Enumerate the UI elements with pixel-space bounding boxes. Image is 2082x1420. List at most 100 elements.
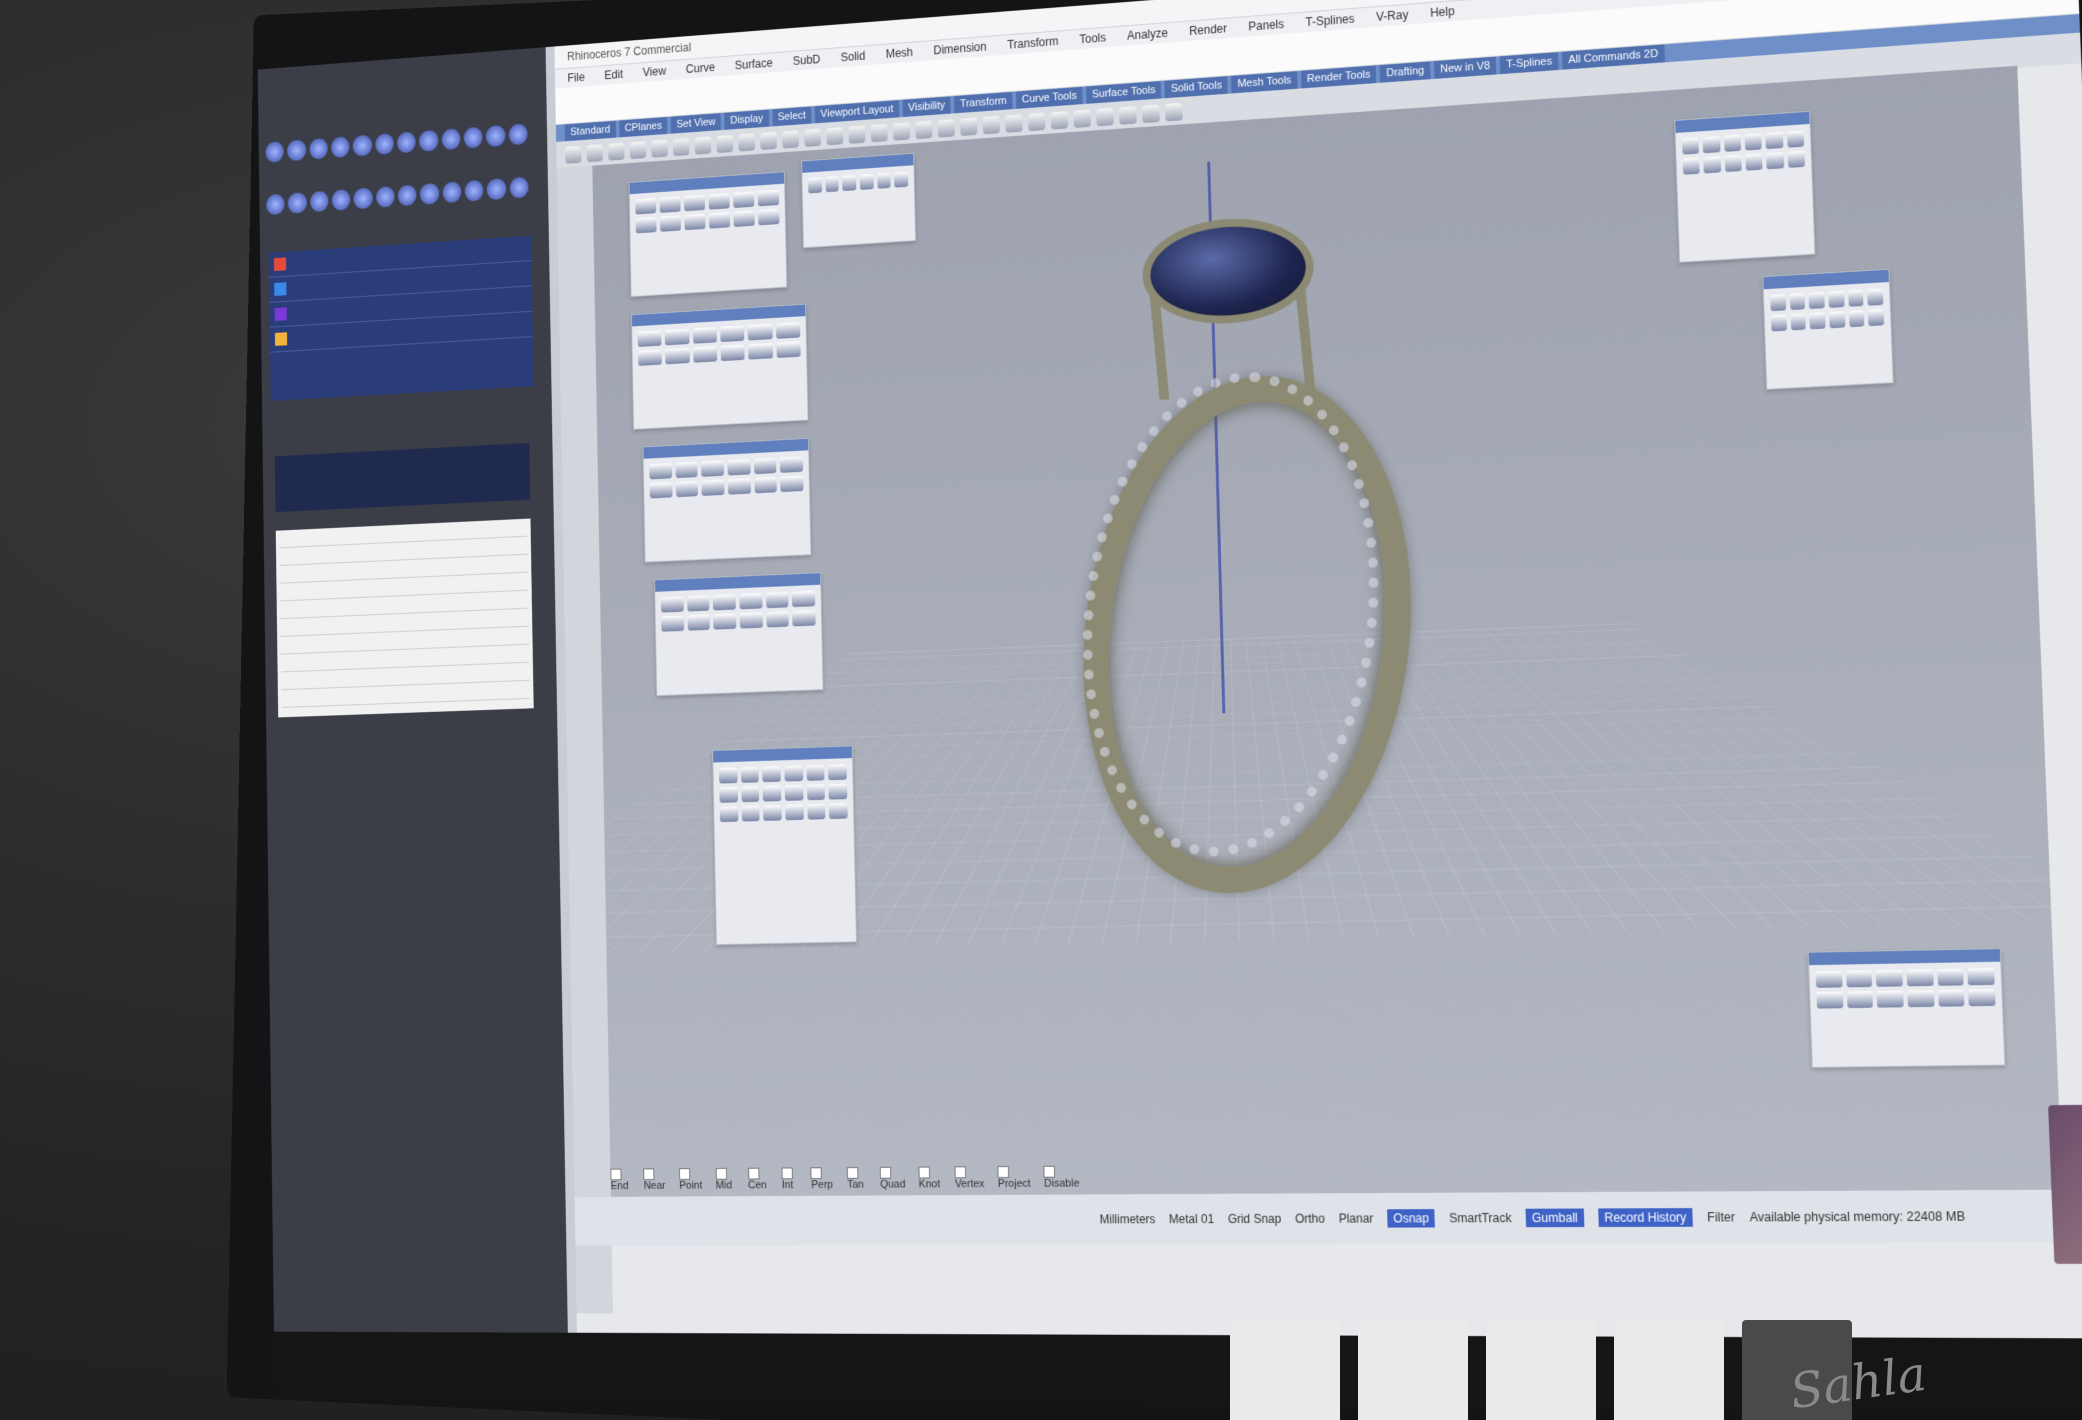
osnap-option[interactable]: Point xyxy=(678,1168,703,1192)
tool-icon[interactable] xyxy=(1119,106,1137,125)
osnap-option[interactable]: Perp xyxy=(810,1167,834,1191)
menu-item[interactable]: Transform xyxy=(1007,31,1059,54)
status-planar[interactable]: Planar xyxy=(1339,1211,1374,1225)
osnap-option[interactable]: Int xyxy=(781,1167,799,1191)
osnap-option[interactable]: Near xyxy=(643,1168,666,1192)
perspective-viewport[interactable] xyxy=(592,65,2063,1197)
menu-item[interactable]: Curve xyxy=(686,58,715,79)
tool-icon[interactable] xyxy=(1073,109,1091,129)
current-layer[interactable]: Metal 01 xyxy=(1169,1212,1214,1226)
layer-color-swatch[interactable] xyxy=(274,307,287,321)
floating-toolbar[interactable] xyxy=(801,152,917,249)
layers-panel[interactable] xyxy=(268,235,534,401)
warning-text xyxy=(302,776,514,783)
status-ortho[interactable]: Ortho xyxy=(1295,1212,1325,1226)
menu-item[interactable]: Solid xyxy=(840,46,866,67)
menu-item[interactable]: T-Splines xyxy=(1305,9,1355,32)
tab[interactable]: Display xyxy=(724,109,769,130)
tool-icon[interactable] xyxy=(960,117,978,136)
tool-icon[interactable] xyxy=(826,127,844,146)
layer-color-swatch[interactable] xyxy=(273,257,287,272)
object-list[interactable] xyxy=(275,518,534,718)
osnap-option[interactable]: End xyxy=(610,1168,631,1192)
status-osnap[interactable]: Osnap xyxy=(1387,1209,1436,1228)
tool-icon[interactable] xyxy=(694,136,712,155)
menu-item[interactable]: View xyxy=(643,61,667,82)
tool-icon[interactable] xyxy=(1142,104,1160,124)
thumbnail[interactable] xyxy=(1230,1320,1340,1420)
tool-icon[interactable] xyxy=(760,131,778,151)
tab[interactable]: Visibility xyxy=(902,96,951,118)
tool-icon[interactable] xyxy=(982,115,1000,135)
floating-toolbar[interactable] xyxy=(642,437,812,563)
tool-icon[interactable] xyxy=(1165,102,1183,122)
floating-toolbar[interactable] xyxy=(1807,948,2006,1068)
menu-item[interactable]: Mesh xyxy=(885,43,914,64)
tab[interactable]: Select xyxy=(772,106,812,127)
tab[interactable]: Drafting xyxy=(1379,61,1431,83)
tool-icon[interactable] xyxy=(672,138,690,157)
thumbnail[interactable] xyxy=(1486,1320,1596,1420)
osnap-option[interactable]: Cen xyxy=(747,1167,769,1191)
floating-toolbar[interactable] xyxy=(628,171,788,298)
left-side-panel xyxy=(257,47,570,1401)
menu-item[interactable]: Render xyxy=(1189,19,1228,41)
thumbnail[interactable] xyxy=(1614,1320,1724,1420)
tool-icon[interactable] xyxy=(629,141,647,160)
menu-item[interactable]: File xyxy=(567,68,585,88)
tool-icon[interactable] xyxy=(870,123,888,143)
menu-item[interactable]: SubD xyxy=(793,50,821,71)
tool-icon[interactable] xyxy=(892,122,911,141)
osnap-option[interactable]: Quad xyxy=(879,1166,906,1191)
osnap-option[interactable]: Mid xyxy=(715,1167,735,1191)
tool-icon[interactable] xyxy=(608,142,625,161)
tool-icon[interactable] xyxy=(1096,107,1114,127)
menu-item[interactable]: Analyze xyxy=(1127,23,1168,45)
tool-icon[interactable] xyxy=(1050,111,1069,130)
status-record-history[interactable]: Record History xyxy=(1597,1208,1693,1228)
menu-item[interactable]: Edit xyxy=(604,65,623,85)
tool-icon[interactable] xyxy=(915,120,933,140)
tool-icon[interactable] xyxy=(1027,112,1046,132)
left-icon-palette[interactable] xyxy=(265,123,530,243)
menu-item[interactable]: Dimension xyxy=(933,37,987,60)
status-smarttrack[interactable]: SmartTrack xyxy=(1449,1211,1512,1226)
tab[interactable]: CPlanes xyxy=(619,116,668,138)
status-bar: Millimeters Metal 01 Grid Snap Ortho Pla… xyxy=(574,1186,2082,1246)
tool-icon[interactable] xyxy=(782,130,800,149)
webcam-preview xyxy=(2048,1103,2082,1264)
menu-item[interactable]: Help xyxy=(1430,1,1455,23)
layer-color-swatch[interactable] xyxy=(274,332,288,346)
floating-toolbar[interactable] xyxy=(712,745,857,946)
tool-icon[interactable] xyxy=(1005,114,1023,133)
tab[interactable]: Set View xyxy=(670,113,722,134)
floating-toolbar[interactable] xyxy=(654,572,824,697)
status-gumball[interactable]: Gumball xyxy=(1525,1208,1585,1228)
osnap-bar: End Near Point Mid Cen Int Perp Tan Quad… xyxy=(610,1165,1080,1193)
floating-toolbar[interactable] xyxy=(1674,110,1816,263)
osnap-option[interactable]: Vertex xyxy=(954,1166,985,1190)
menu-item[interactable]: Surface xyxy=(735,53,773,75)
tool-icon[interactable] xyxy=(651,139,668,158)
osnap-option[interactable]: Project xyxy=(997,1166,1031,1190)
floating-toolbar[interactable] xyxy=(1762,268,1894,390)
osnap-option[interactable]: Disable xyxy=(1043,1165,1080,1190)
tool-icon[interactable] xyxy=(565,145,582,164)
menu-item[interactable]: Panels xyxy=(1248,14,1284,36)
status-filter[interactable]: Filter xyxy=(1707,1210,1735,1225)
tool-icon[interactable] xyxy=(804,128,822,147)
status-grid-snap[interactable]: Grid Snap xyxy=(1228,1212,1282,1226)
thumbnail[interactable] xyxy=(1358,1320,1468,1420)
tool-icon[interactable] xyxy=(848,125,866,144)
menu-item[interactable]: Tools xyxy=(1079,28,1106,49)
layer-color-swatch[interactable] xyxy=(274,282,287,296)
menu-item[interactable]: V-Ray xyxy=(1376,5,1409,27)
osnap-option[interactable]: Knot xyxy=(918,1166,941,1190)
tool-icon[interactable] xyxy=(586,144,604,163)
tool-icon[interactable] xyxy=(716,134,734,154)
tool-icon[interactable] xyxy=(738,133,756,152)
tab[interactable]: Standard xyxy=(564,120,616,142)
osnap-option[interactable]: Tan xyxy=(846,1167,867,1191)
tool-icon[interactable] xyxy=(937,119,955,138)
floating-toolbar[interactable] xyxy=(631,303,809,430)
